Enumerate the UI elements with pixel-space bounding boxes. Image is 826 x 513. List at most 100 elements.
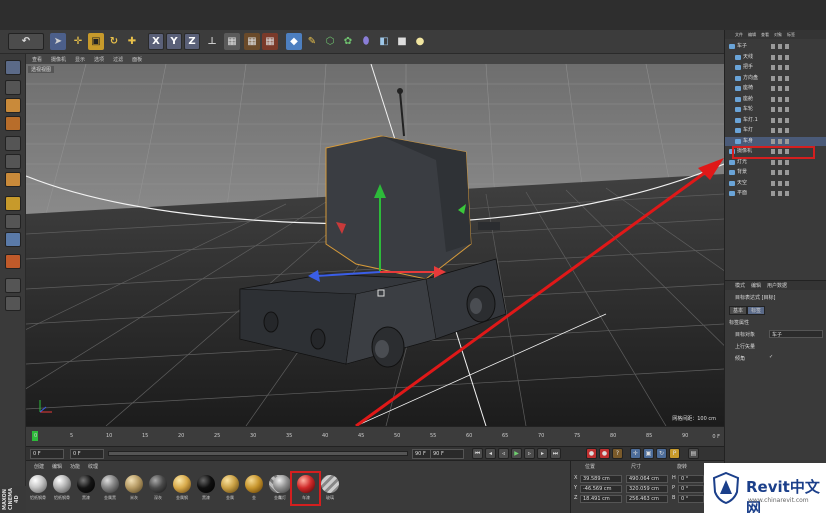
position-y-field[interactable]: -46.569 cm (580, 485, 622, 493)
object-row[interactable]: 方向盘 (725, 74, 826, 83)
object-row[interactable]: 座椅 (725, 84, 826, 93)
scale-tool-icon[interactable]: ▣ (88, 33, 104, 50)
play-button[interactable]: ▶ (511, 448, 522, 459)
model-mode-icon[interactable] (5, 80, 21, 95)
visibility-toggle-icon[interactable] (771, 107, 789, 112)
om-menu-tag[interactable]: 标签 (787, 32, 795, 38)
object-row[interactable]: 车灯.1 (725, 116, 826, 125)
layer-icon[interactable] (5, 278, 21, 293)
visibility-toggle-icon[interactable] (771, 128, 789, 133)
target-object-field[interactable]: 车子 (769, 330, 823, 338)
object-row[interactable]: 天线 (725, 53, 826, 62)
next-frame-button[interactable]: ▹ (524, 448, 535, 459)
visibility-toggle-icon[interactable] (771, 138, 789, 144)
environment-icon[interactable]: ◧ (376, 33, 392, 50)
timeline-options-button[interactable]: ▤ (688, 448, 699, 459)
move-tool-icon[interactable]: ✛ (70, 33, 86, 50)
visibility-toggle-icon[interactable] (771, 191, 789, 196)
object-row[interactable]: 车子 (725, 42, 826, 51)
object-row[interactable]: 车轮 (725, 105, 826, 114)
pen-tool-icon[interactable]: ✎ (304, 33, 320, 50)
viewport-menu-options[interactable]: 选项 (94, 56, 104, 63)
x-axis-button[interactable]: X (148, 33, 164, 50)
prev-key-button[interactable]: ◂ (485, 448, 496, 459)
object-row[interactable]: 把手 (725, 63, 826, 72)
visibility-toggle-icon[interactable] (771, 86, 789, 91)
object-row[interactable]: 座舱 (725, 95, 826, 104)
autokey-button[interactable]: ● (599, 448, 610, 459)
material-menu-texture[interactable]: 纹理 (88, 463, 98, 470)
object-row[interactable]: 车灯 (725, 126, 826, 135)
tweak-mode-icon[interactable] (5, 214, 21, 229)
record-button[interactable]: ● (586, 448, 597, 459)
attr-menu-mode[interactable]: 模式 (735, 282, 745, 289)
position-z-field[interactable]: 18.491 cm (580, 495, 622, 503)
visibility-toggle-icon[interactable] (771, 54, 789, 60)
keyframe-selection-button[interactable]: ? (612, 448, 623, 459)
rotation-h-field[interactable]: 0 ° (678, 475, 704, 483)
axis-mode-icon[interactable] (5, 196, 21, 211)
visibility-toggle-icon[interactable] (771, 159, 789, 165)
size-x-field[interactable]: 490.064 cm (626, 475, 668, 483)
attr-menu-userdata[interactable]: 用户数据 (767, 282, 787, 289)
position-key-button[interactable]: ✛ (630, 448, 641, 459)
viewport-menu-camera[interactable]: 摄像机 (51, 56, 66, 63)
material-swatch[interactable]: 黑漆 (196, 475, 216, 501)
attr-menu-edit[interactable]: 编辑 (751, 282, 761, 289)
visibility-toggle-icon[interactable] (771, 65, 789, 70)
perspective-viewport[interactable]: 透视视图 网格间距：100 cm (26, 64, 724, 426)
visibility-toggle-icon[interactable] (771, 44, 789, 49)
om-menu-file[interactable]: 文件 (735, 32, 743, 38)
object-row[interactable]: 背景 (725, 168, 826, 177)
deformer-icon[interactable]: ⬮ (358, 33, 374, 50)
material-swatch[interactable]: 铝纸钢骨 (52, 475, 72, 501)
goto-start-button[interactable]: ⏮ (472, 448, 483, 459)
material-menu-create[interactable]: 创建 (34, 463, 44, 470)
tab-basic[interactable]: 基本 (729, 306, 748, 315)
select-tool-icon[interactable]: ➤ (50, 33, 66, 50)
frame-range-slider[interactable] (108, 451, 408, 456)
coordinate-system-icon[interactable]: ⊥ (204, 33, 220, 50)
material-swatch[interactable]: 车灯 (272, 475, 292, 501)
visibility-toggle-icon[interactable] (771, 75, 789, 81)
material-menu-function[interactable]: 功能 (70, 463, 80, 470)
material-swatch[interactable]: 金 (244, 475, 264, 501)
render-view-icon[interactable]: ▦ (244, 33, 260, 50)
material-swatch[interactable]: 黑漆 (76, 475, 96, 501)
next-key-button[interactable]: ▸ (537, 448, 548, 459)
parameter-key-button[interactable]: P (669, 448, 680, 459)
y-axis-button[interactable]: Y (166, 33, 182, 50)
make-editable-icon[interactable] (5, 60, 21, 75)
object-row[interactable]: 天空 (725, 179, 826, 188)
cloner-icon[interactable]: ✿ (340, 33, 356, 50)
undo-button[interactable]: ↶ (8, 33, 44, 50)
size-y-field[interactable]: 320.059 cm (626, 485, 668, 493)
camera-icon[interactable]: ■ (394, 33, 410, 50)
rotate-tool-icon[interactable]: ↻ (106, 33, 122, 50)
workplane-mode-icon[interactable] (5, 116, 21, 131)
object-row-selected[interactable]: 车身 (725, 136, 826, 146)
end-frame-field-2[interactable]: 90 F (430, 449, 464, 459)
visibility-toggle-icon[interactable] (771, 180, 789, 186)
timeline-ruler[interactable]: 0 5 10 15 20 25 30 35 40 45 50 55 60 65 … (32, 429, 714, 445)
material-swatch[interactable]: 金属钢 (172, 475, 192, 501)
material-swatch[interactable]: 金属 (220, 475, 240, 501)
timeline[interactable]: 0 5 10 15 20 25 30 35 40 45 50 55 60 65 … (26, 426, 724, 446)
om-menu-edit[interactable]: 编辑 (748, 32, 756, 38)
prev-frame-button[interactable]: ◃ (498, 448, 509, 459)
material-swatch[interactable]: 玻璃 (320, 475, 340, 501)
polygons-mode-icon[interactable] (5, 172, 21, 187)
goto-end-button[interactable]: ⏭ (550, 448, 561, 459)
object-row[interactable]: 平面 (725, 189, 826, 198)
viewport-menu-display[interactable]: 显示 (75, 56, 85, 63)
viewport-menu-panel[interactable]: 面板 (132, 56, 142, 63)
subdivision-icon[interactable]: ⬡ (322, 33, 338, 50)
edges-mode-icon[interactable] (5, 154, 21, 169)
material-swatch[interactable]: 米灰 (124, 475, 144, 501)
bank-checkbox[interactable]: ✓ (769, 354, 773, 360)
current-frame-field[interactable]: 0 F (70, 449, 104, 459)
render-settings-icon[interactable]: ▦ (262, 33, 278, 50)
render-region-icon[interactable]: ▦ (224, 33, 240, 50)
points-mode-icon[interactable] (5, 136, 21, 151)
tab-tag[interactable]: 标签 (747, 306, 766, 315)
